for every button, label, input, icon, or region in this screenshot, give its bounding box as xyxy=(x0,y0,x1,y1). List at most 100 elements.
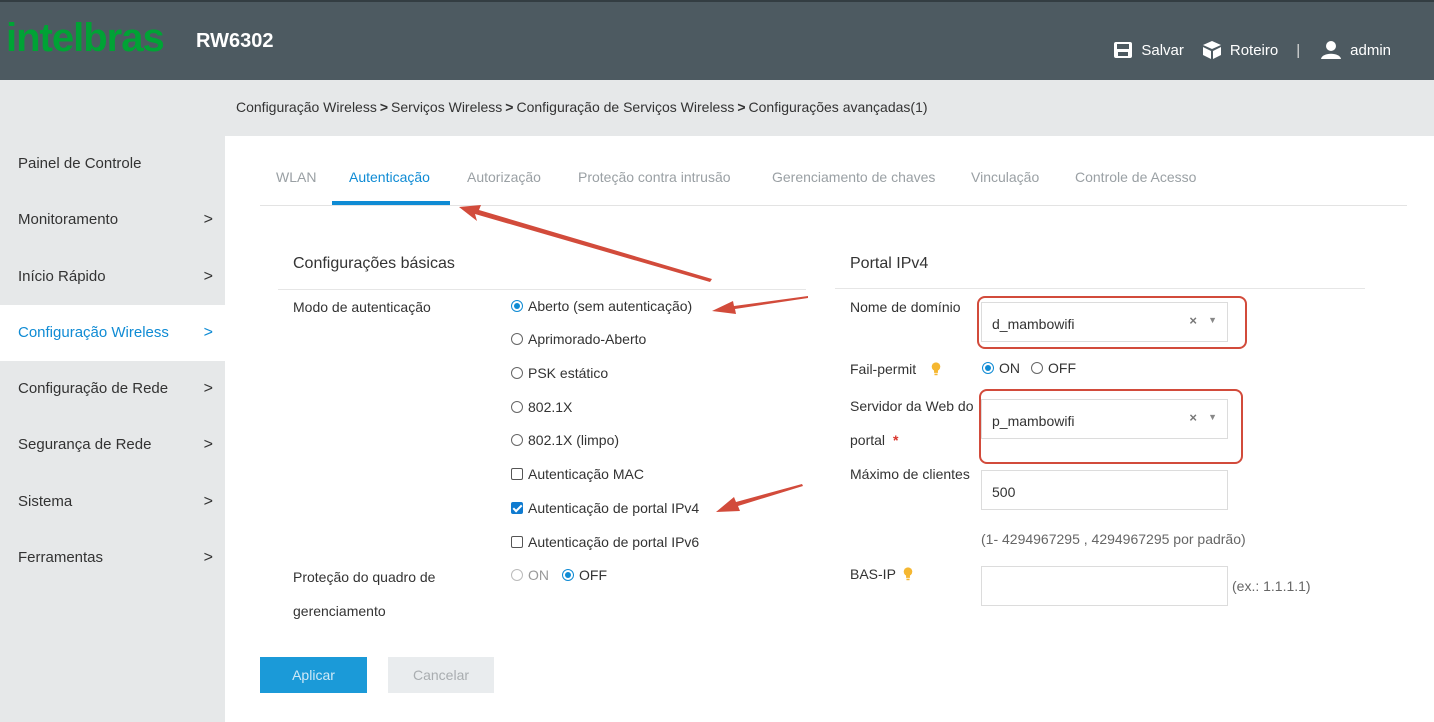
auth-option-8021x[interactable]: 802.1X xyxy=(511,399,572,415)
sidebar-item-label: Configuração Wireless xyxy=(18,324,169,341)
breadcrumb-chevron-icon: > xyxy=(737,99,746,115)
checkbox-label: Autenticação de portal IPv4 xyxy=(528,500,700,516)
fail-permit-off-radio[interactable]: OFF xyxy=(1031,360,1076,376)
auth-option-label: Aprimorado-Aberto xyxy=(528,331,647,347)
chevron-right-icon: > xyxy=(203,493,213,510)
tab-gerenciamento-de-chaves[interactable]: Gerenciamento de chaves xyxy=(772,169,935,185)
sidebar-item-configuracao-de-rede[interactable]: Configuração de Rede > xyxy=(0,361,225,417)
tab-autorizacao[interactable]: Autorização xyxy=(467,169,541,185)
auth-option-label: 802.1X (limpo) xyxy=(528,432,620,448)
tab-controle-de-acesso[interactable]: Controle de Acesso xyxy=(1075,169,1196,185)
annotation-arrow xyxy=(712,296,808,314)
breadcrumb-bar: Configuração Wireless > Serviços Wireles… xyxy=(0,80,1434,136)
domain-name-label: Nome de domínio xyxy=(850,299,961,315)
radio-icon xyxy=(511,434,523,446)
breadcrumb-item[interactable]: Serviços Wireless xyxy=(391,99,502,115)
basic-config-divider xyxy=(278,289,806,290)
radio-icon xyxy=(1031,362,1043,374)
sidebar-item-label: Painel de Controle xyxy=(18,155,142,172)
max-clients-value: 500 xyxy=(992,484,1016,500)
breadcrumb-item[interactable]: Configuração Wireless xyxy=(236,99,377,115)
checkbox-icon xyxy=(511,468,523,480)
user-menu[interactable]: admin xyxy=(1320,40,1391,60)
basic-config-title: Configurações básicas xyxy=(293,255,455,272)
tab-wlan[interactable]: WLAN xyxy=(276,169,316,185)
sidebar-item-seguranca-de-rede[interactable]: Segurança de Rede > xyxy=(0,417,225,473)
radio-label: OFF xyxy=(579,567,607,583)
auth-option-label: PSK estático xyxy=(528,365,609,381)
web-server-label-cont: portal * xyxy=(850,432,898,448)
save-icon xyxy=(1114,42,1133,58)
mgmt-frame-off-radio[interactable]: OFF xyxy=(562,567,607,583)
sidebar-item-label: Ferramentas xyxy=(18,549,104,566)
user-label: admin xyxy=(1350,41,1391,59)
breadcrumb-item[interactable]: Configuração de Serviços Wireless xyxy=(516,99,734,115)
sidebar-item-ferramentas[interactable]: Ferramentas > xyxy=(0,530,225,586)
auth-option-open[interactable]: Aberto (sem autenticação) xyxy=(511,298,692,314)
max-clients-hint: (1- 4294967295 , 4294967295 por padrão) xyxy=(981,531,1246,547)
sidebar-item-monitoramento[interactable]: Monitoramento > xyxy=(0,192,225,248)
sidebar-item-label: Sistema xyxy=(18,493,73,510)
portal-ipv4-auth-checkbox[interactable]: Autenticação de portal IPv4 xyxy=(511,500,699,516)
fail-permit-on-radio[interactable]: ON xyxy=(982,360,1020,376)
sidebar-item-configuracao-wireless[interactable]: Configuração Wireless > xyxy=(0,305,225,361)
sidebar-item-label: Monitoramento xyxy=(18,211,119,228)
radio-label: ON xyxy=(999,360,1020,376)
tab-bar: WLAN Autenticação Autorização Proteção c… xyxy=(260,157,1407,206)
radio-icon xyxy=(511,367,523,379)
mgmt-frame-label-cont: gerenciamento xyxy=(293,603,386,619)
sidebar-item-sistema[interactable]: Sistema > xyxy=(0,474,225,530)
clear-icon[interactable]: × xyxy=(1189,313,1197,328)
bas-ip-input[interactable] xyxy=(981,566,1228,606)
chevron-right-icon: > xyxy=(203,211,213,228)
fail-permit-label: Fail-permit xyxy=(850,361,917,377)
checkbox-label: Autenticação MAC xyxy=(528,466,644,482)
auth-option-label: Aberto (sem autenticação) xyxy=(528,298,693,314)
bas-ip-label: BAS-IP xyxy=(850,566,896,582)
brand-logo: intelbras xyxy=(6,16,165,60)
web-server-label: Servidor da Web do xyxy=(850,398,974,414)
max-clients-input[interactable]: 500 xyxy=(981,470,1228,510)
lightbulb-icon[interactable] xyxy=(931,362,941,376)
roadmap-label: Roteiro xyxy=(1229,41,1279,59)
save-label: Salvar xyxy=(1141,41,1184,59)
breadcrumb-chevron-icon: > xyxy=(505,99,514,115)
web-server-select[interactable]: p_mambowifi × ▼ xyxy=(981,399,1228,439)
lightbulb-icon[interactable] xyxy=(903,567,913,581)
bas-ip-hint: (ex.: 1.1.1.1) xyxy=(1232,578,1311,594)
annotation-arrow xyxy=(716,484,803,512)
sidebar-item-label: Configuração de Rede xyxy=(18,380,169,397)
mgmt-frame-on-radio[interactable]: ON xyxy=(511,567,549,583)
chevron-right-icon: > xyxy=(203,324,213,341)
portal-ipv4-title: Portal IPv4 xyxy=(850,255,929,272)
header-separator: | xyxy=(1296,41,1301,59)
tab-protecao-contra-intrusao[interactable]: Proteção contra intrusão xyxy=(578,169,731,185)
auth-option-enhanced-open[interactable]: Aprimorado-Aberto xyxy=(511,331,646,347)
domain-name-select[interactable]: d_mambowifi × ▼ xyxy=(981,302,1228,342)
auth-mode-label: Modo de autenticação xyxy=(293,299,431,315)
tab-vinculacao[interactable]: Vinculação xyxy=(971,169,1039,185)
max-clients-label: Máximo de clientes xyxy=(850,466,970,482)
radio-selected-icon xyxy=(562,569,574,581)
mac-auth-checkbox[interactable]: Autenticação MAC xyxy=(511,466,644,482)
radio-selected-icon xyxy=(511,300,523,312)
auth-option-8021x-clean[interactable]: 802.1X (limpo) xyxy=(511,432,619,448)
portal-ipv6-auth-checkbox[interactable]: Autenticação de portal IPv6 xyxy=(511,534,699,550)
sidebar-item-label: Segurança de Rede xyxy=(18,436,152,453)
radio-icon xyxy=(511,401,523,413)
chevron-down-icon[interactable]: ▼ xyxy=(1208,412,1217,422)
sidebar-item-inicio-rapido[interactable]: Início Rápido > xyxy=(0,249,225,305)
sidebar-item-painel-de-controle[interactable]: Painel de Controle xyxy=(0,136,225,192)
clear-icon[interactable]: × xyxy=(1189,410,1197,425)
auth-option-static-psk[interactable]: PSK estático xyxy=(511,365,608,381)
chevron-down-icon[interactable]: ▼ xyxy=(1208,315,1217,325)
cancel-button[interactable]: Cancelar xyxy=(388,657,494,693)
tab-autenticacao[interactable]: Autenticação xyxy=(349,169,430,185)
breadcrumb-current: Configurações avançadas(1) xyxy=(748,99,928,115)
top-bar: intelbras RW6302 Salvar Roteiro | admin xyxy=(0,0,1434,80)
checkbox-label: Autenticação de portal IPv6 xyxy=(528,534,700,550)
roadmap-button[interactable]: Roteiro xyxy=(1202,40,1278,60)
save-button[interactable]: Salvar xyxy=(1113,41,1184,59)
apply-button[interactable]: Aplicar xyxy=(260,657,367,693)
chevron-right-icon: > xyxy=(203,436,213,453)
